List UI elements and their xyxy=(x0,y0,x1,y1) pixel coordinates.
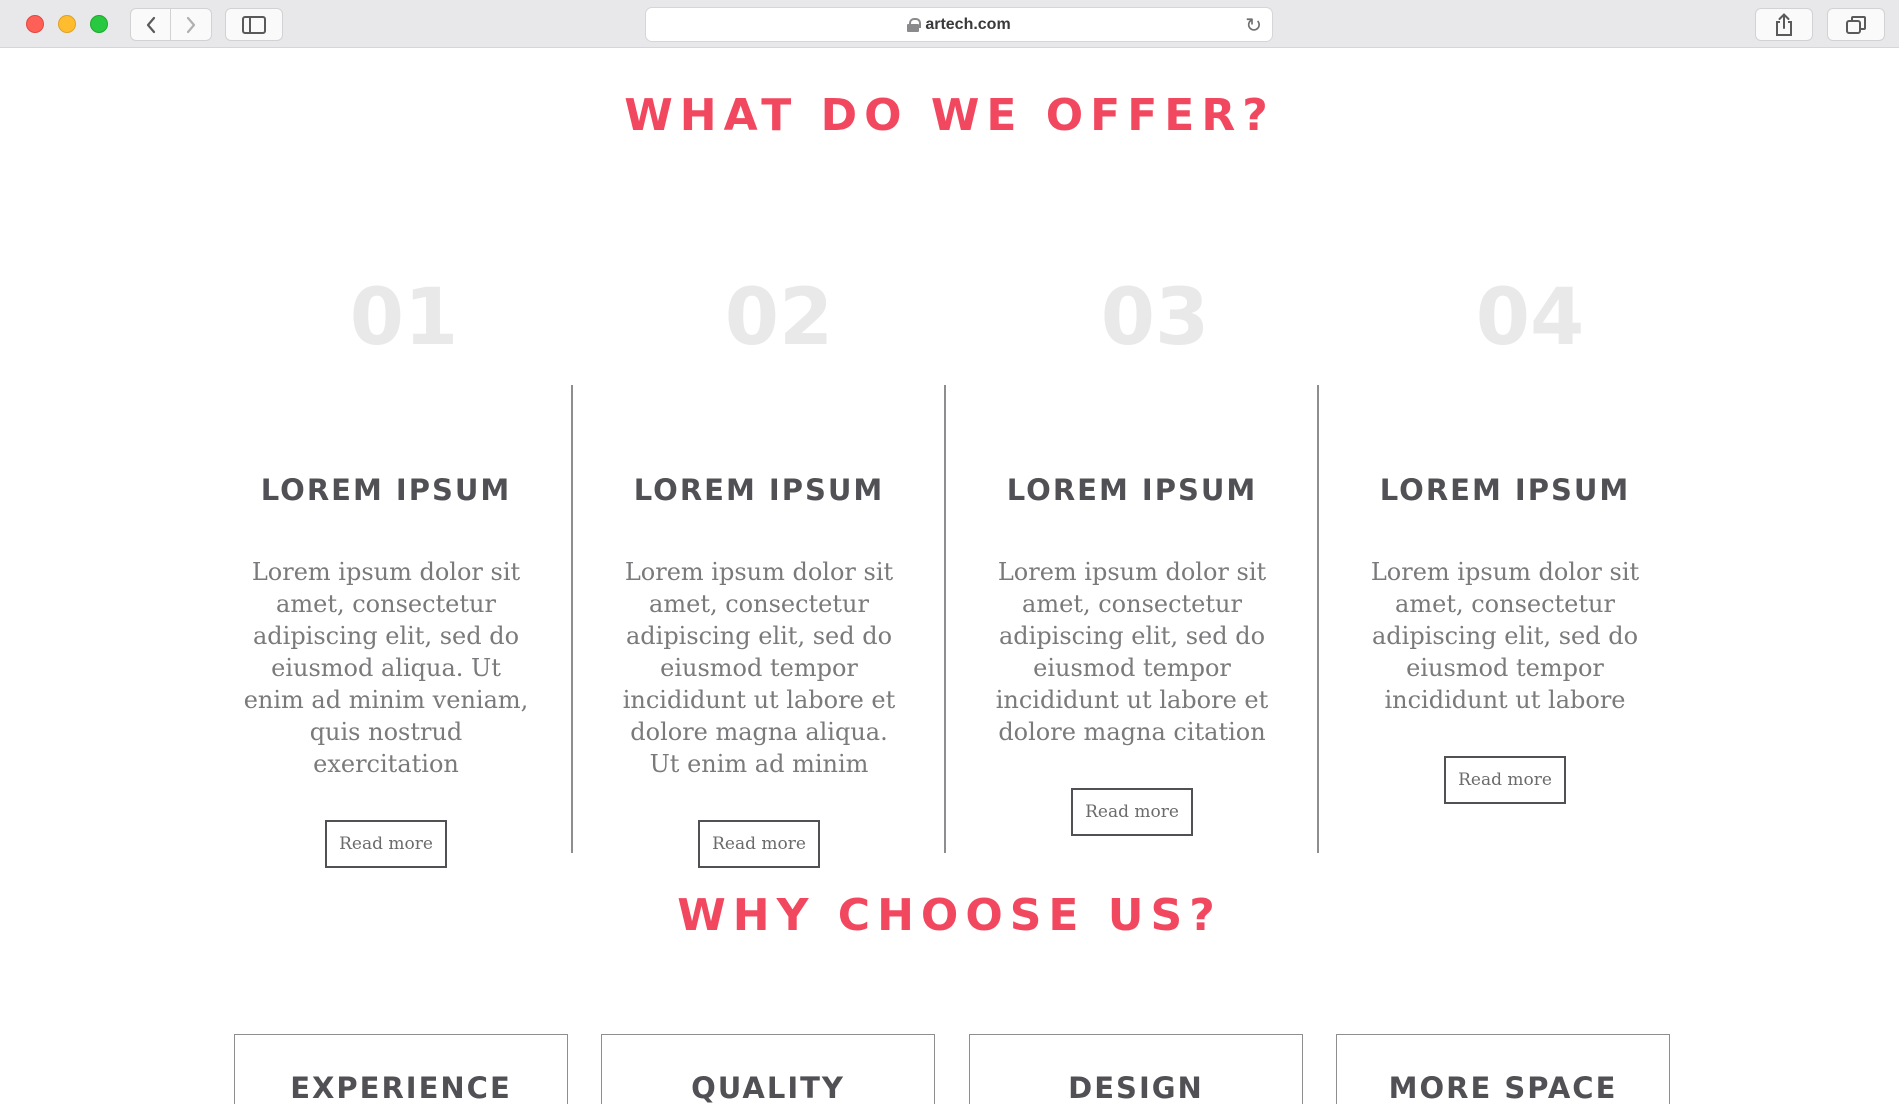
address-bar[interactable]: artech.com ↻ xyxy=(645,7,1273,42)
forward-button[interactable] xyxy=(171,8,212,41)
offer-card-title: LOREM IPSUM xyxy=(633,473,885,507)
read-more-button[interactable]: Read more xyxy=(1071,788,1193,836)
offer-card-3: LOREM IPSUM Lorem ipsum dolor sit amet, … xyxy=(982,424,1282,836)
url-text: artech.com xyxy=(925,15,1011,33)
offer-card-text: Lorem ipsum dolor sit amet, consectetur … xyxy=(243,558,529,778)
offer-card-2: LOREM IPSUM Lorem ipsum dolor sit amet, … xyxy=(609,424,909,868)
why-section-title: WHY CHOOSE US? xyxy=(677,890,1222,941)
feature-card-design[interactable]: DESIGN xyxy=(969,1034,1303,1104)
chevron-right-icon xyxy=(186,16,196,33)
column-divider xyxy=(571,385,573,853)
browser-toolbar: artech.com ↻ xyxy=(0,0,1899,48)
sidebar-icon xyxy=(242,15,266,34)
tabs-overview-button[interactable] xyxy=(1827,8,1885,41)
minimize-window-button[interactable] xyxy=(58,15,76,33)
chevron-left-icon xyxy=(146,16,155,33)
offer-section-title: WHAT DO WE OFFER? xyxy=(624,90,1275,141)
read-more-button[interactable]: Read more xyxy=(325,820,447,868)
back-button[interactable] xyxy=(130,8,171,41)
read-more-button[interactable]: Read more xyxy=(698,820,820,868)
offer-card-text: Lorem ipsum dolor sit amet, consectetur … xyxy=(1370,558,1640,714)
offer-card-title: LOREM IPSUM xyxy=(260,473,512,507)
reload-icon[interactable]: ↻ xyxy=(1245,13,1262,37)
feature-card-experience[interactable]: EXPERIENCE xyxy=(234,1034,568,1104)
offer-number-2: 02 xyxy=(724,273,834,363)
lock-icon xyxy=(907,17,922,32)
offer-number-1: 01 xyxy=(349,273,459,363)
zoom-window-button[interactable] xyxy=(90,15,108,33)
navigation-buttons xyxy=(130,8,212,41)
tabs-icon xyxy=(1846,15,1866,34)
feature-card-title: EXPERIENCE xyxy=(290,1071,512,1104)
read-more-button[interactable]: Read more xyxy=(1444,756,1566,804)
offer-card-4: LOREM IPSUM Lorem ipsum dolor sit amet, … xyxy=(1355,424,1655,804)
feature-card-more-space[interactable]: MORE SPACE xyxy=(1336,1034,1670,1104)
column-divider xyxy=(1317,385,1319,853)
share-button[interactable] xyxy=(1755,8,1813,41)
offer-card-1: LOREM IPSUM Lorem ipsum dolor sit amet, … xyxy=(236,424,536,868)
feature-card-title: QUALITY xyxy=(691,1071,845,1104)
column-divider xyxy=(944,385,946,853)
offer-card-title: LOREM IPSUM xyxy=(1379,473,1631,507)
offer-card-title: LOREM IPSUM xyxy=(1006,473,1258,507)
feature-card-title: DESIGN xyxy=(1068,1071,1204,1104)
page-content: WHAT DO WE OFFER? 01 02 03 04 LOREM IPSU… xyxy=(0,48,1899,1104)
feature-card-title: MORE SPACE xyxy=(1388,1071,1618,1104)
offer-number-3: 03 xyxy=(1100,273,1210,363)
offer-number-4: 04 xyxy=(1475,273,1585,363)
feature-card-quality[interactable]: QUALITY xyxy=(601,1034,935,1104)
offer-card-text: Lorem ipsum dolor sit amet, consectetur … xyxy=(622,558,896,778)
close-window-button[interactable] xyxy=(26,15,44,33)
offer-card-text: Lorem ipsum dolor sit amet, consectetur … xyxy=(995,558,1269,746)
sidebar-toggle-button[interactable] xyxy=(225,8,283,41)
share-icon xyxy=(1776,12,1792,36)
